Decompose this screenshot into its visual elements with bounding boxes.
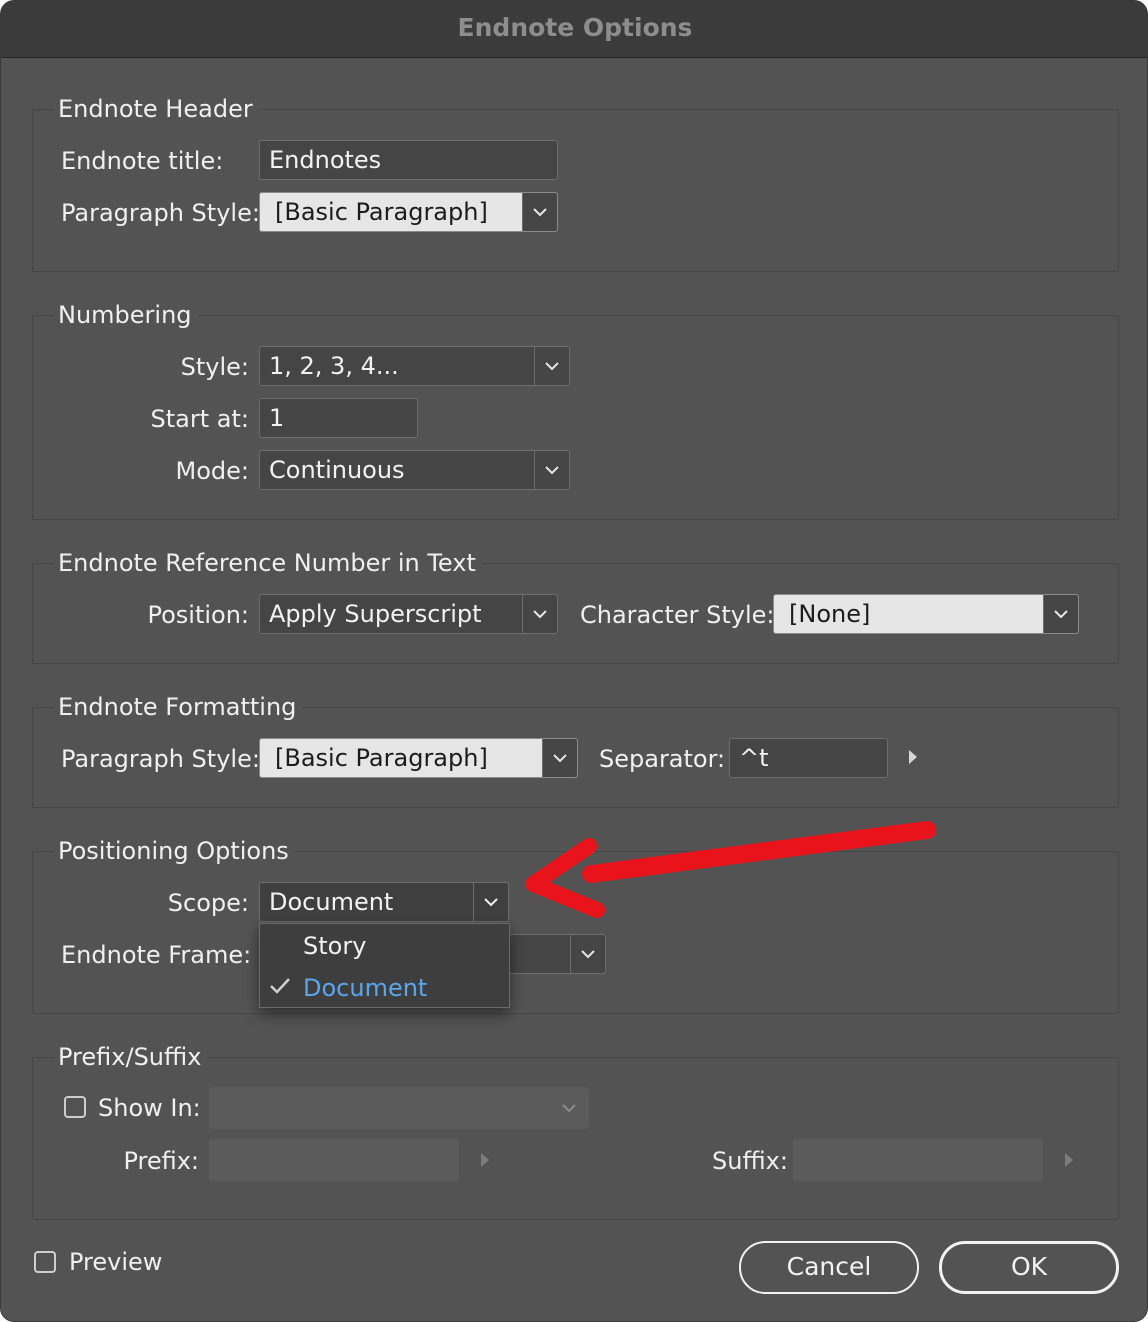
scope-value: Document [269,888,394,916]
show-in-dropdown[interactable] [209,1087,589,1129]
numbering-style-value: 1, 2, 3, 4... [269,352,399,380]
separator-label: Separator: [599,745,726,773]
formatting-paragraph-style-value: [Basic Paragraph] [275,744,488,772]
chevron-down-icon[interactable] [522,193,557,231]
endnote-header-group [32,109,1119,272]
show-in-checkbox[interactable] [64,1096,86,1118]
suffix-label: Suffix: [712,1147,788,1175]
mode-label: Mode: [175,457,249,485]
character-style-value: [None] [789,600,871,628]
chevron-down-icon[interactable] [570,935,605,973]
prefix-input[interactable] [209,1139,459,1181]
numbering-style-label: Style: [180,353,249,381]
ok-button[interactable]: OK [939,1241,1119,1294]
prefix-suffix-legend: Prefix/Suffix [54,1041,208,1073]
separator-input[interactable]: ^t [729,738,888,778]
menu-item-document[interactable]: Document [303,968,427,1008]
mode-dropdown[interactable]: Continuous [259,450,570,490]
position-value: Apply Superscript [269,600,482,628]
start-at-input[interactable]: 1 [259,398,418,438]
endnote-title-input[interactable]: Endnotes [259,140,558,180]
scope-label: Scope: [167,889,249,917]
numbering-legend: Numbering [54,299,198,331]
suffix-special-characters-arrow-icon[interactable] [1062,1150,1076,1170]
prefix-special-characters-arrow-icon[interactable] [478,1150,492,1170]
position-label: Position: [147,601,249,629]
annotation-arrow-icon [525,821,936,918]
special-characters-arrow-icon[interactable] [906,747,920,767]
header-paragraph-style-value: [Basic Paragraph] [275,198,488,226]
formatting-paragraph-style-dropdown[interactable]: [Basic Paragraph] [259,738,578,778]
positioning-options-legend: Positioning Options [54,835,295,867]
reference-number-legend: Endnote Reference Number in Text [54,547,482,579]
chevron-down-icon[interactable] [522,595,557,633]
chevron-down-icon[interactable] [542,739,577,777]
formatting-paragraph-style-label: Paragraph Style: [61,745,260,773]
chevron-down-icon[interactable] [1043,595,1078,633]
chevron-down-icon[interactable] [534,347,569,385]
show-in-label: Show In: [98,1094,201,1122]
scope-dropdown-menu: Story Document [259,923,510,1008]
prefix-label: Prefix: [123,1147,199,1175]
header-paragraph-style-label: Paragraph Style: [61,199,260,227]
cancel-button[interactable]: Cancel [739,1241,919,1294]
header-paragraph-style-dropdown[interactable]: [Basic Paragraph] [259,192,558,232]
endnote-title-label: Endnote title: [61,147,224,175]
character-style-dropdown[interactable]: [None] [773,594,1079,634]
endnote-formatting-legend: Endnote Formatting [54,691,303,723]
start-at-label: Start at: [150,405,249,433]
preview-label: Preview [69,1248,163,1276]
chevron-down-icon[interactable] [473,883,508,921]
dialog-title: Endnote Options [457,13,693,42]
endnote-frame-label: Endnote Frame: [61,941,252,969]
chevron-down-icon[interactable] [534,451,569,489]
checkmark-icon [270,978,290,994]
endnote-header-legend: Endnote Header [54,93,259,125]
mode-value: Continuous [269,456,405,484]
position-dropdown[interactable]: Apply Superscript [259,594,558,634]
scope-dropdown[interactable]: Document [259,882,509,922]
numbering-style-dropdown[interactable]: 1, 2, 3, 4... [259,346,570,386]
endnote-options-dialog: Endnote Options Endnote Header Endnote t… [0,0,1148,1322]
suffix-input[interactable] [793,1139,1043,1181]
chevron-down-icon [562,1104,576,1113]
character-style-label: Character Style: [580,601,775,629]
menu-item-story[interactable]: Story [303,926,366,966]
preview-checkbox[interactable] [34,1251,56,1273]
